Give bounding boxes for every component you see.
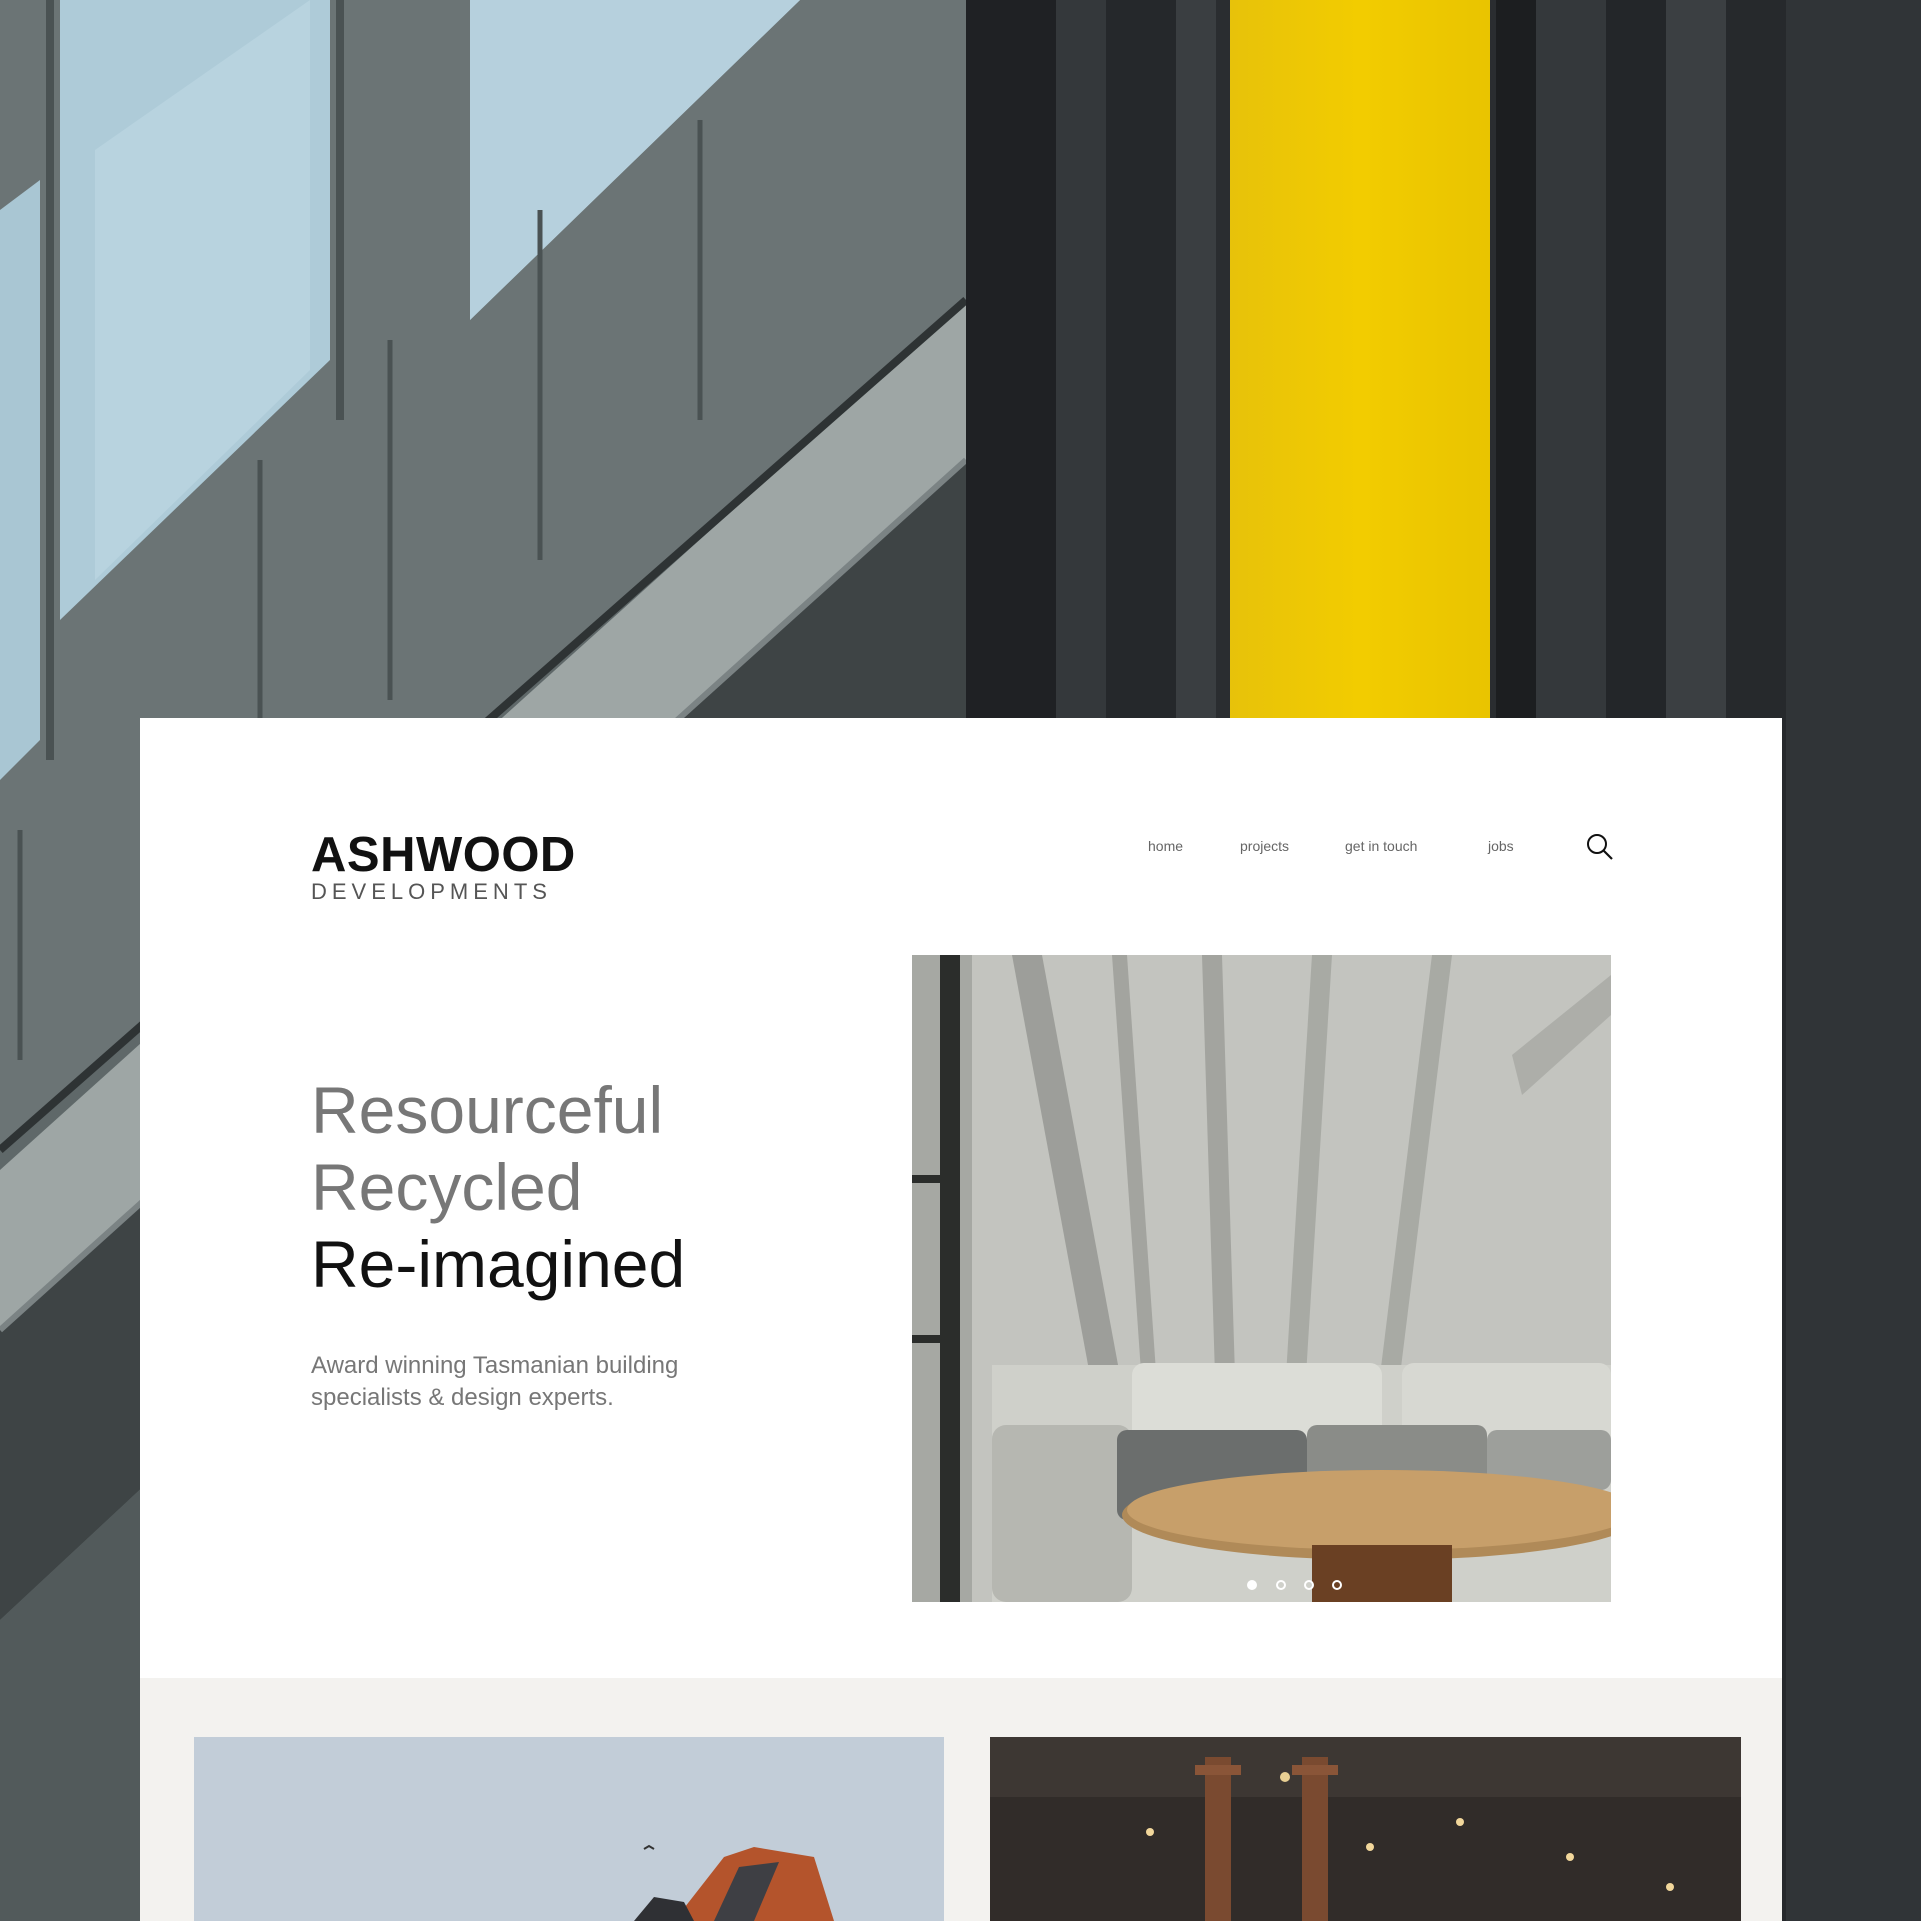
hero-line-resourceful: Resourceful	[311, 1073, 664, 1147]
slide-dot-1[interactable]	[1247, 1580, 1257, 1590]
slide-dot-2[interactable]	[1276, 1580, 1286, 1590]
nav-jobs[interactable]: jobs	[1488, 838, 1514, 854]
project-thumbnail-interior[interactable]	[990, 1737, 1741, 1921]
brand-tagline: DEVELOPMENTS	[311, 879, 552, 904]
nav-get-in-touch[interactable]: get in touch	[1345, 838, 1417, 854]
project-thumbnail-building[interactable]	[194, 1737, 944, 1921]
hero-subtitle: Award winning Tasmanian building special…	[311, 1352, 679, 1411]
slide-dot-3[interactable]	[1304, 1580, 1314, 1590]
brand-logo[interactable]: ASHWOOD	[311, 827, 576, 883]
accent-yellow-panel	[1230, 0, 1490, 720]
nav-home[interactable]: home	[1148, 838, 1183, 854]
hero-line-recycled: Recycled	[311, 1150, 583, 1224]
hero-slideshow-image[interactable]	[912, 955, 1611, 1602]
search-icon[interactable]	[1585, 832, 1615, 862]
slide-dot-4[interactable]	[1332, 1580, 1342, 1590]
nav-projects[interactable]: projects	[1240, 838, 1289, 854]
hero-line-reimagined: Re-imagined	[311, 1227, 686, 1301]
